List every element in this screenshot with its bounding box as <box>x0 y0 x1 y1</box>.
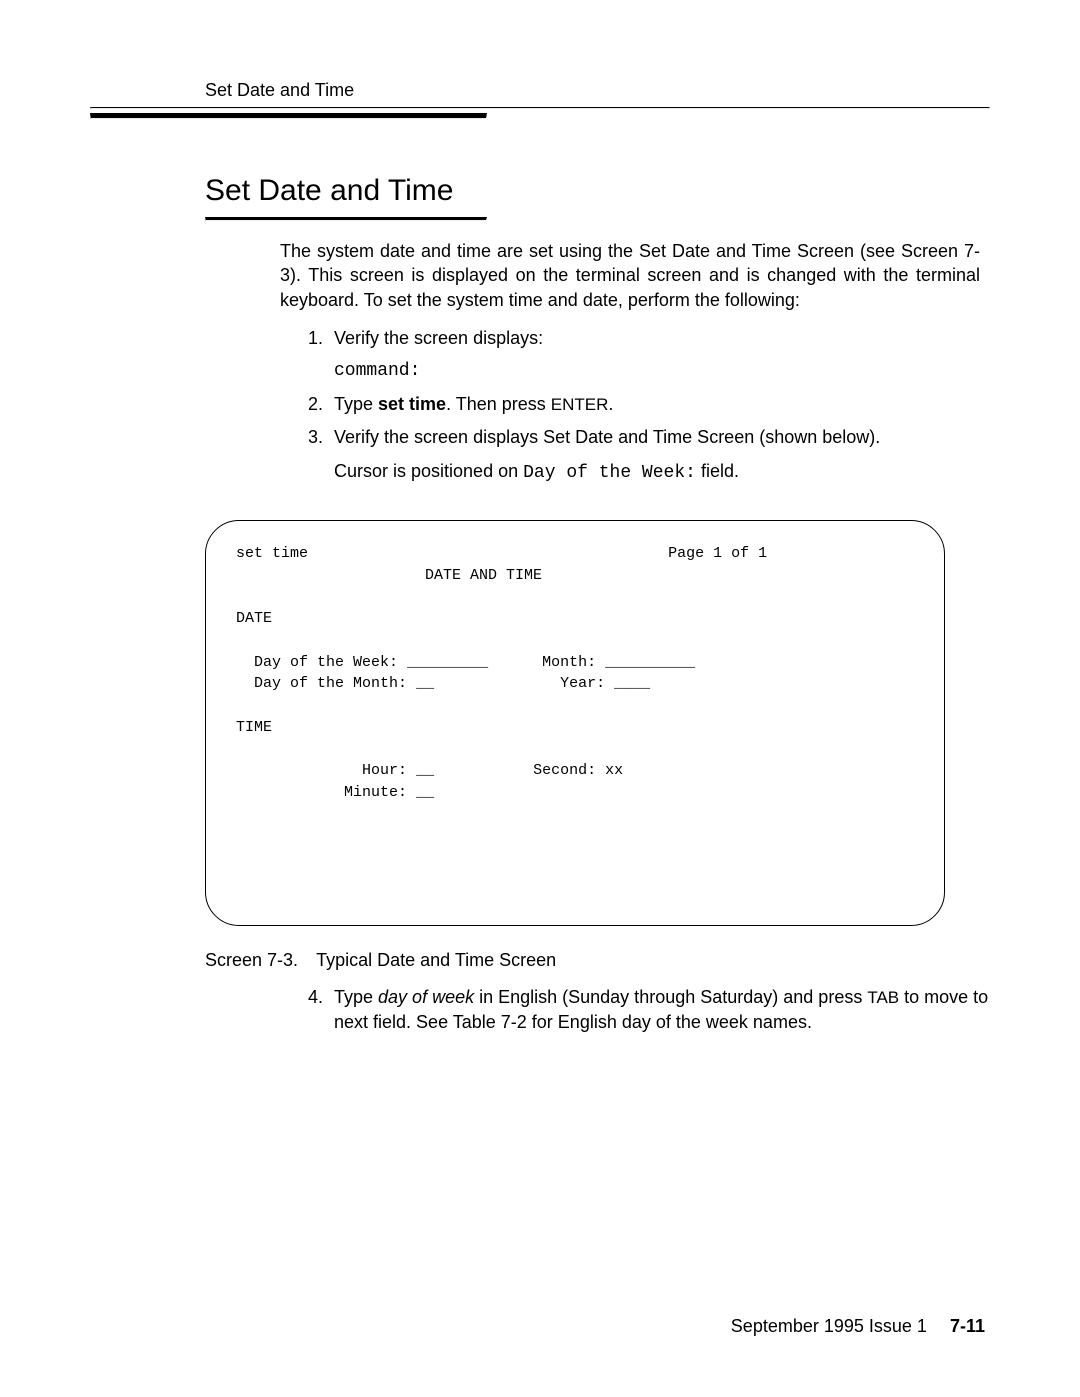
dow-label: Day of the Week: <box>254 654 398 671</box>
hour-label: Hour: <box>362 762 407 779</box>
screen-caption: Screen 7-3. Typical Date and Time Screen <box>205 950 990 971</box>
step-2-b: . Then press <box>446 394 551 414</box>
step-4-b: in English (Sunday through Saturday) and… <box>474 987 867 1007</box>
terminal-screen: set time Page 1 of 1 DATE AND TIME DATE … <box>205 520 945 926</box>
step-1-code: command: <box>334 359 990 384</box>
footer-issue: September 1995 Issue 1 <box>731 1316 927 1336</box>
step-2-bold: set time <box>378 394 446 414</box>
screen-title: DATE AND TIME <box>425 567 542 584</box>
caption-text: Typical Date and Time Screen <box>316 950 556 970</box>
section-title: Set Date and Time <box>205 174 990 208</box>
step-3-code: Day of the Week: <box>523 463 696 483</box>
page-footer: September 1995 Issue 1 7-11 <box>731 1316 985 1337</box>
dow-blank: _________ <box>407 654 488 671</box>
rule-thick <box>90 113 487 119</box>
step-3-a: Verify the screen displays Set Date and … <box>334 427 880 447</box>
screen-page: Page 1 of 1 <box>668 545 767 562</box>
screen-time-hdr: TIME <box>236 719 272 736</box>
step-2-key: ENTER <box>551 395 609 414</box>
step-3-sub: Cursor is positioned on Day of the Week:… <box>334 459 990 486</box>
month-label: Month: <box>542 654 596 671</box>
step-3: Verify the screen displays Set Date and … <box>328 425 990 485</box>
step-list: Verify the screen displays: command: Typ… <box>280 326 990 486</box>
title-underline <box>205 217 487 221</box>
page: Set Date and Time Set Date and Time The … <box>0 0 1080 1397</box>
step-4-key: TAB <box>867 988 899 1007</box>
intro-paragraph: The system date and time are set using t… <box>280 239 980 312</box>
second-val: xx <box>605 762 623 779</box>
year-blank: ____ <box>614 675 650 692</box>
step-4-italic: day of week <box>378 987 474 1007</box>
step-4: Type day of week in English (Sunday thro… <box>328 985 990 1035</box>
step-list-cont: Type day of week in English (Sunday thro… <box>280 985 990 1035</box>
second-label: Second: <box>533 762 596 779</box>
screen-cmd: set time <box>236 545 308 562</box>
step-1-text: Verify the screen displays: <box>334 328 543 348</box>
step-2: Type set time. Then press ENTER. <box>328 392 990 417</box>
year-label: Year: <box>560 675 605 692</box>
rule-thin <box>90 107 990 109</box>
dom-label: Day of the Month: <box>254 675 407 692</box>
screen-date-hdr: DATE <box>236 610 272 627</box>
minute-label: Minute: <box>344 784 407 801</box>
footer-page-number: 7-11 <box>950 1316 985 1336</box>
step-1: Verify the screen displays: command: <box>328 326 990 384</box>
step-2-c: . <box>608 394 613 414</box>
running-head: Set Date and Time <box>205 80 990 101</box>
dom-blank: __ <box>416 675 434 692</box>
step-4-a: Type <box>334 987 378 1007</box>
caption-number: Screen 7-3. <box>205 950 298 970</box>
step-2-a: Type <box>334 394 378 414</box>
step-3-b2: field. <box>696 461 739 481</box>
hour-blank: __ <box>416 762 434 779</box>
month-blank: __________ <box>605 654 695 671</box>
intro-text: The system date and time are set using t… <box>280 239 980 312</box>
terminal-screen-wrap: set time Page 1 of 1 DATE AND TIME DATE … <box>205 520 945 926</box>
step-3-b1: Cursor is positioned on <box>334 461 523 481</box>
minute-blank: __ <box>416 784 434 801</box>
